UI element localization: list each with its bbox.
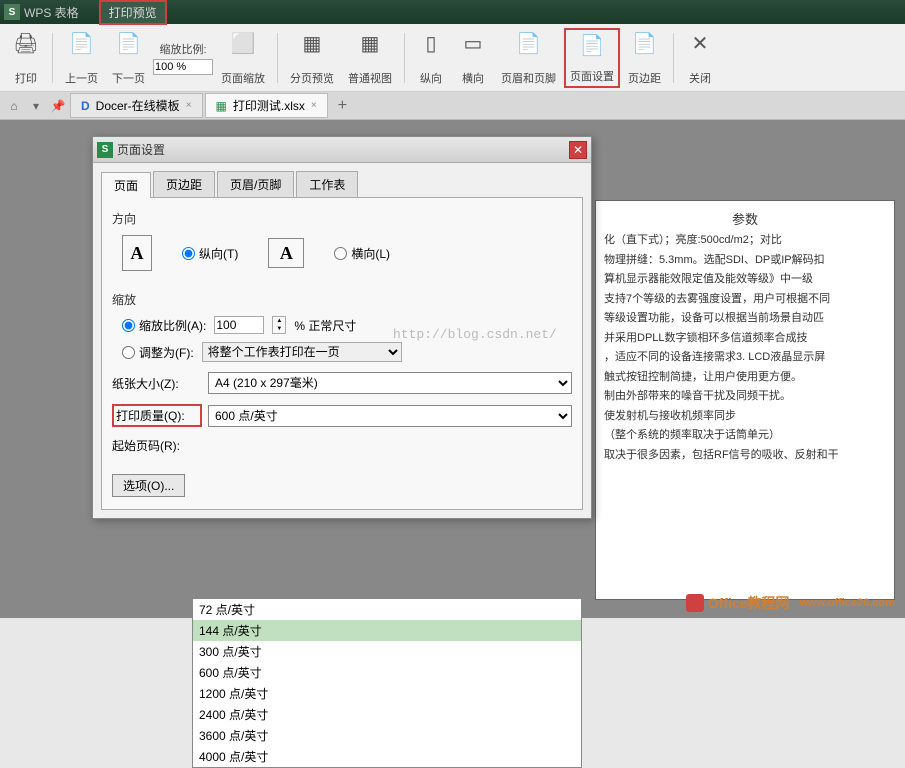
- paper-size-label: 纸张大小(Z):: [112, 375, 202, 392]
- print-preview-button[interactable]: 打印预览: [99, 0, 167, 25]
- app-icon: S: [4, 4, 20, 20]
- zoom-ratio-input[interactable]: [214, 316, 264, 334]
- close-icon: ✕: [686, 30, 714, 58]
- print-button[interactable]: 🖨 打印: [6, 28, 46, 88]
- prev-page-button[interactable]: 📄 上一页: [59, 28, 104, 88]
- orientation-label: 方向: [112, 210, 572, 227]
- footer-branding: Office教程网 www.office26.com: [686, 593, 895, 613]
- tab-docer[interactable]: D Docer-在线模板 ×: [70, 93, 203, 118]
- fit-to-select[interactable]: 将整个工作表打印在一页: [202, 342, 402, 362]
- next-page-button[interactable]: 📄 下一页: [106, 28, 151, 88]
- print-quality-dropdown: 72 点/英寸 144 点/英寸 300 点/英寸 600 点/英寸 1200 …: [192, 598, 582, 768]
- page-next-icon: 📄: [115, 30, 143, 58]
- dpi-option[interactable]: 4000 点/英寸: [193, 746, 581, 767]
- home-icon[interactable]: ⌂: [4, 96, 24, 116]
- document-tabbar: ⌂ ▾ 📌 D Docer-在线模板 × ▦ 打印测试.xlsx × +: [0, 92, 905, 120]
- margins-icon: 📄: [631, 30, 659, 58]
- grid-icon: ▦: [298, 30, 326, 58]
- dpi-option[interactable]: 144 点/英寸: [193, 620, 581, 641]
- dialog-icon: S: [97, 142, 113, 158]
- start-page-label: 起始页码(R):: [112, 437, 202, 454]
- dpi-option[interactable]: 2400 点/英寸: [193, 704, 581, 725]
- page-setup-icon: 📄: [578, 32, 606, 60]
- portrait-icon: ▯: [417, 30, 445, 58]
- zoom-icon: ⬜: [229, 30, 257, 58]
- dpi-option[interactable]: 72 点/英寸: [193, 599, 581, 620]
- fit-to-radio[interactable]: 调整为(F):: [122, 344, 194, 361]
- tab-page[interactable]: 页面: [101, 172, 151, 198]
- tab-close-icon[interactable]: ×: [311, 100, 317, 111]
- close-button[interactable]: ✕ 关闭: [680, 28, 720, 88]
- tab-sheet[interactable]: 工作表: [296, 171, 358, 197]
- landscape-icon: ▭: [459, 30, 487, 58]
- titlebar: S WPS 表格 打印预览: [0, 0, 905, 24]
- zoom-ratio-radio[interactable]: 缩放比例(A):: [122, 317, 206, 334]
- zoom-ratio-group: 缩放比例:: [153, 41, 213, 75]
- spinner[interactable]: ▲▼: [272, 316, 286, 334]
- watermark: http://blog.csdn.net/: [393, 327, 557, 342]
- page-zoom-button[interactable]: ⬜ 页面缩放: [215, 28, 271, 88]
- ribbon: 🖨 打印 📄 上一页 📄 下一页 缩放比例: ⬜ 页面缩放 ▦ 分页预览 ▦ 普…: [0, 24, 905, 92]
- dpi-option[interactable]: 300 点/英寸: [193, 641, 581, 662]
- printer-icon: 🖨: [12, 30, 40, 58]
- dialog-title: 页面设置: [117, 141, 165, 158]
- portrait-button[interactable]: ▯ 纵向: [411, 28, 451, 88]
- tab-margins[interactable]: 页边距: [153, 171, 215, 197]
- zoom-input[interactable]: [153, 59, 213, 75]
- paper-size-select[interactable]: A4 (210 x 297毫米): [208, 372, 572, 394]
- landscape-button[interactable]: ▭ 横向: [453, 28, 493, 88]
- dpi-option[interactable]: 1200 点/英寸: [193, 683, 581, 704]
- office-icon: [686, 594, 704, 612]
- page-setup-dialog: S 页面设置 ✕ 页面 页边距 页眉/页脚 工作表 方向 A 纵向(T) A: [92, 136, 592, 519]
- header-footer-button[interactable]: 📄 页眉和页脚: [495, 28, 562, 88]
- tab-header[interactable]: 页眉/页脚: [217, 171, 294, 197]
- document-preview: 参数 化（直下式）；亮度:500cd/m2；对比 物理拼缝：5.3mm。选配SD…: [595, 200, 895, 600]
- print-quality-label: 打印质量(Q):: [112, 404, 202, 427]
- portrait-radio[interactable]: 纵向(T): [182, 245, 238, 262]
- dialog-close-button[interactable]: ✕: [569, 141, 587, 159]
- page-prev-icon: 📄: [68, 30, 96, 58]
- xlsx-icon: ▦: [216, 99, 227, 113]
- portrait-preview-icon: A: [122, 235, 152, 271]
- page-break-button[interactable]: ▦ 分页预览: [284, 28, 340, 88]
- tab-file[interactable]: ▦ 打印测试.xlsx ×: [205, 93, 328, 118]
- header-footer-icon: 📄: [515, 30, 543, 58]
- options-button[interactable]: 选项(O)...: [112, 474, 185, 497]
- main-area: 参数 化（直下式）；亮度:500cd/m2；对比 物理拼缝：5.3mm。选配SD…: [0, 120, 905, 618]
- landscape-radio[interactable]: 横向(L): [334, 245, 390, 262]
- pin-icon[interactable]: 📌: [48, 96, 68, 116]
- add-tab-button[interactable]: +: [330, 97, 355, 115]
- dpi-option[interactable]: 3600 点/英寸: [193, 725, 581, 746]
- doc-icon[interactable]: ▾: [26, 96, 46, 116]
- docer-icon: D: [81, 99, 90, 113]
- dpi-option[interactable]: 600 点/英寸: [193, 662, 581, 683]
- landscape-preview-icon: A: [268, 238, 304, 268]
- page-setup-button[interactable]: 📄 页面设置: [564, 28, 620, 88]
- margins-button[interactable]: 📄 页边距: [622, 28, 667, 88]
- print-quality-select[interactable]: 600 点/英寸: [208, 405, 572, 427]
- normal-view-button[interactable]: ▦ 普通视图: [342, 28, 398, 88]
- table-icon: ▦: [356, 30, 384, 58]
- dialog-tabs: 页面 页边距 页眉/页脚 工作表: [101, 171, 583, 198]
- tab-close-icon[interactable]: ×: [186, 100, 192, 111]
- dialog-titlebar[interactable]: S 页面设置 ✕: [93, 137, 591, 163]
- doc-heading: 参数: [604, 209, 886, 228]
- app-title: WPS 表格: [24, 4, 79, 21]
- zoom-section-label: 缩放: [112, 291, 572, 308]
